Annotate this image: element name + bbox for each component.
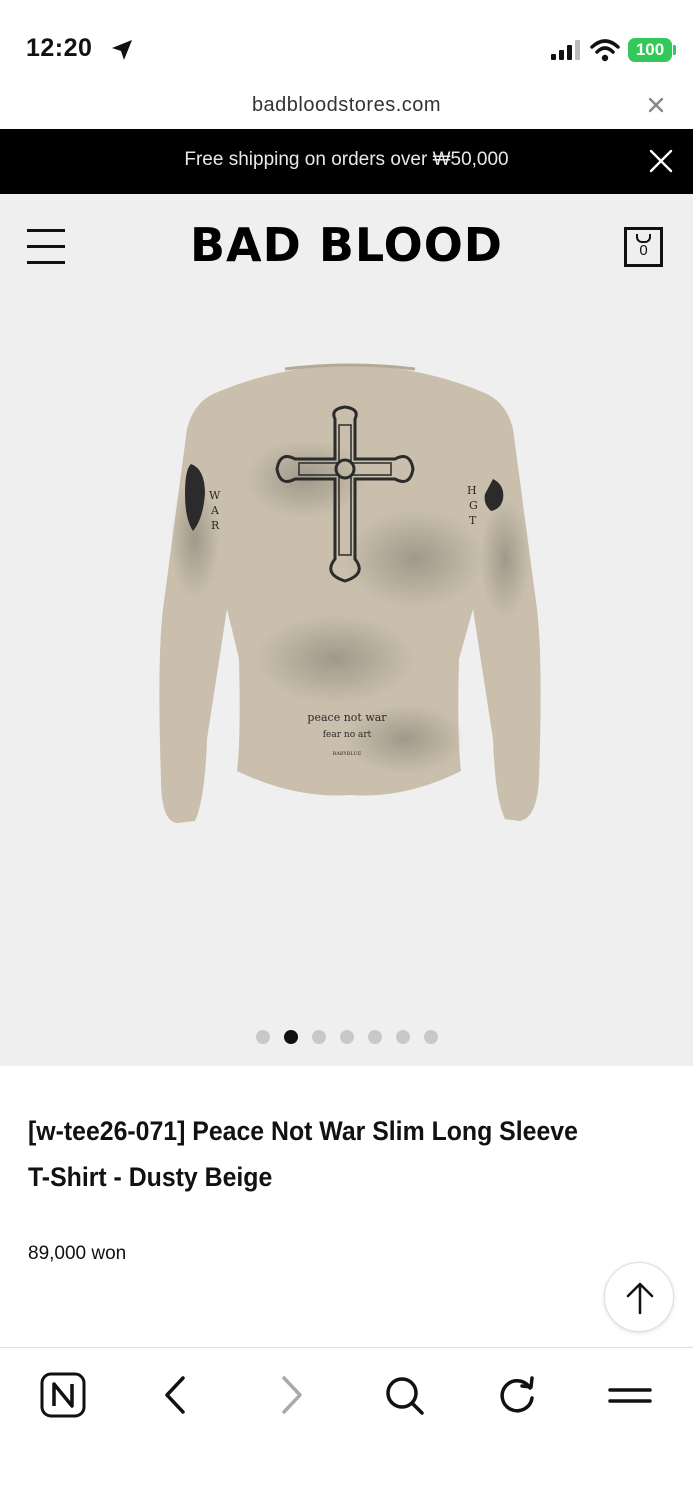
refresh-icon[interactable] [492, 1370, 542, 1420]
close-icon[interactable] [645, 94, 667, 116]
scroll-top-button[interactable] [604, 1262, 674, 1332]
print-line-2: fear no art [323, 730, 372, 740]
arrow-up-icon [626, 1282, 654, 1315]
svg-text:G: G [469, 499, 478, 512]
cart-count: 0 [639, 242, 648, 259]
print-line-1: peace not war [307, 711, 387, 724]
pagination-dot[interactable] [367, 1030, 382, 1044]
promo-banner: Free shipping on orders over ₩50,000 [0, 129, 693, 194]
svg-text:T: T [469, 514, 477, 527]
gallery-pagination[interactable] [0, 1030, 693, 1049]
battery-nub [673, 45, 676, 55]
signal-icon [551, 40, 580, 60]
naver-icon[interactable] [38, 1370, 88, 1420]
svg-text:H: H [467, 484, 477, 497]
status-time: 12:20 [26, 34, 93, 62]
hamburger-icon[interactable] [605, 1370, 655, 1420]
pagination-dot[interactable] [423, 1030, 438, 1044]
svg-text:A: A [210, 504, 220, 517]
pagination-dot[interactable] [311, 1030, 326, 1044]
back-icon[interactable] [151, 1370, 201, 1420]
site-logo[interactable]: BAD BLOOD [0, 218, 693, 272]
product-title: [w-tee26-071] Peace Not War Slim Long Sl… [28, 1116, 578, 1192]
url-bar[interactable]: badbloodstores.com [0, 90, 693, 130]
url-text[interactable]: badbloodstores.com [0, 94, 693, 117]
pagination-dot[interactable] [339, 1030, 354, 1044]
location-arrow-icon [112, 40, 132, 60]
svg-text:W: W [209, 489, 221, 502]
pagination-dot[interactable] [283, 1030, 298, 1044]
print-line-3: BABYBLUE [333, 751, 362, 757]
product-gallery[interactable]: BAD BLOOD 0 W A R H G T peace not war fe… [0, 194, 693, 1066]
pagination-dot[interactable] [395, 1030, 410, 1044]
product-price: 89,000 won [28, 1243, 127, 1264]
browser-toolbar [0, 1347, 693, 1500]
status-bar: 12:20 100 [0, 0, 693, 90]
search-icon[interactable] [379, 1370, 429, 1420]
svg-text:R: R [211, 519, 220, 532]
promo-text: Free shipping on orders over ₩50,000 [184, 149, 509, 170]
wifi-icon [590, 39, 620, 62]
cart-icon[interactable]: 0 [624, 227, 663, 267]
battery-indicator: 100 [628, 38, 672, 62]
product-image[interactable]: W A R H G T peace not war fear no art BA… [155, 359, 545, 829]
forward-icon[interactable] [266, 1370, 316, 1420]
pagination-dot[interactable] [255, 1030, 270, 1044]
close-icon[interactable] [649, 149, 673, 173]
